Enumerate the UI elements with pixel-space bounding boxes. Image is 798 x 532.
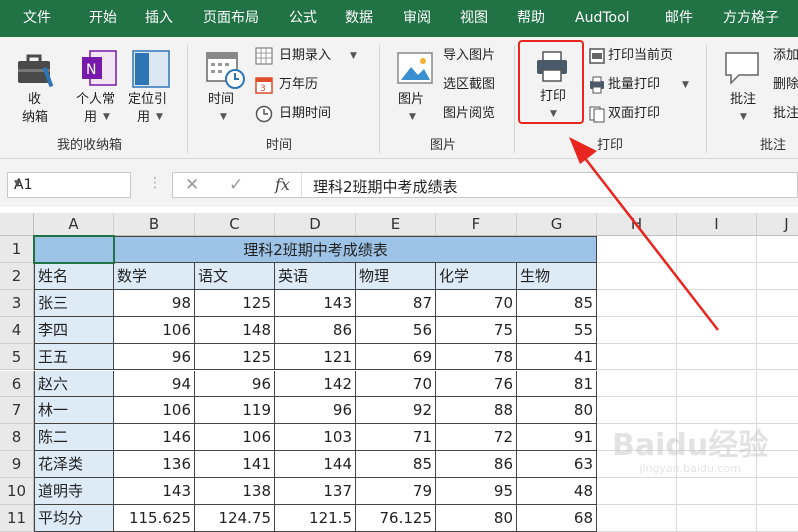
grid-cell[interactable] — [757, 505, 798, 532]
arrow-shaft — [573, 143, 719, 331]
table-cell[interactable]: 68 — [517, 505, 597, 532]
table-cell[interactable]: 115.625 — [114, 505, 195, 532]
row-name-cell[interactable]: 平均分 — [34, 505, 114, 532]
watermark-brand: Baidu经验 — [612, 428, 769, 463]
arrow-head — [569, 137, 597, 164]
grid-cell[interactable] — [597, 505, 677, 532]
grid-cell[interactable] — [677, 505, 757, 532]
table-cell[interactable]: 124.75 — [195, 505, 275, 532]
table-cell[interactable]: 76.125 — [356, 505, 436, 532]
row-header[interactable]: 11 — [0, 505, 34, 532]
table-cell[interactable]: 80 — [436, 505, 517, 532]
baidu-watermark: Baidu经验 jingyan.baidu.com — [612, 420, 768, 475]
watermark-url: jingyan.baidu.com — [639, 462, 741, 475]
table-cell[interactable]: 121.5 — [275, 505, 356, 532]
